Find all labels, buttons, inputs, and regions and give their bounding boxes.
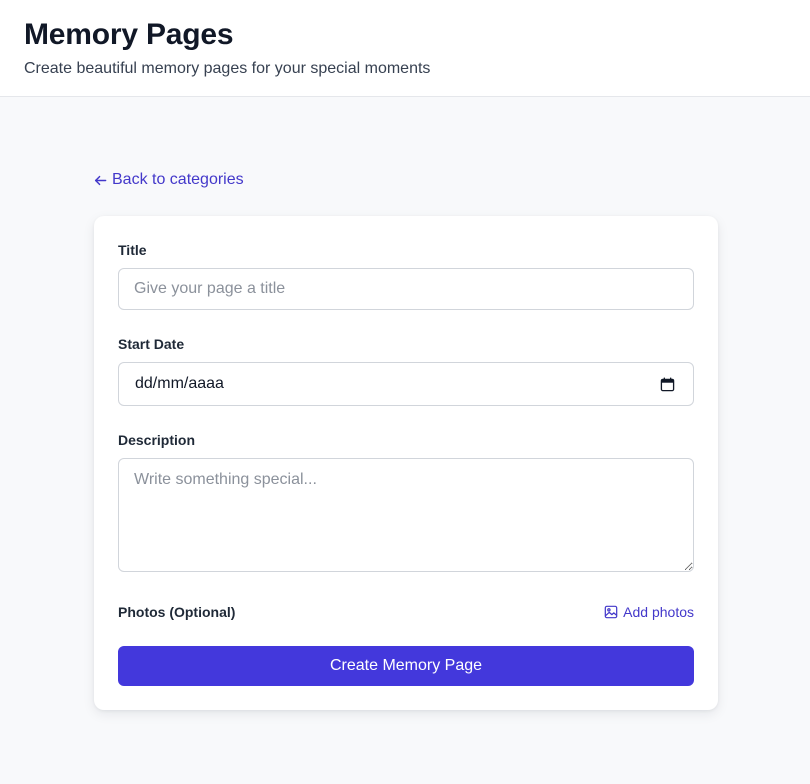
image-icon — [604, 605, 618, 619]
page-title: Memory Pages — [24, 18, 234, 51]
photos-row: Photos (Optional) Add photos — [118, 603, 694, 621]
title-label: Title — [118, 242, 147, 258]
create-memory-page-button[interactable]: Create Memory Page — [118, 646, 694, 686]
add-photos-label: Add photos — [623, 604, 694, 620]
back-to-categories-link[interactable]: Back to categories — [94, 170, 244, 190]
description-textarea[interactable] — [118, 458, 694, 572]
add-photos-button[interactable]: Add photos — [604, 604, 694, 620]
title-input[interactable] — [118, 268, 694, 310]
start-date-label: Start Date — [118, 336, 185, 352]
start-date-input[interactable]: dd/mm/aaaa — [118, 362, 694, 406]
photos-label: Photos (Optional) — [118, 604, 236, 620]
description-label: Description — [118, 432, 196, 448]
calendar-icon[interactable] — [660, 376, 675, 392]
start-date-value: dd/mm/aaaa — [135, 375, 224, 392]
page-subtitle: Create beautiful memory pages for your s… — [24, 60, 431, 77]
back-link-label: Back to categories — [112, 171, 244, 188]
memory-page-form: Title Start Date dd/mm/aaaa Description … — [94, 216, 718, 710]
arrow-left-icon — [94, 175, 107, 185]
app-header: Memory Pages Create beautiful memory pag… — [0, 0, 810, 97]
